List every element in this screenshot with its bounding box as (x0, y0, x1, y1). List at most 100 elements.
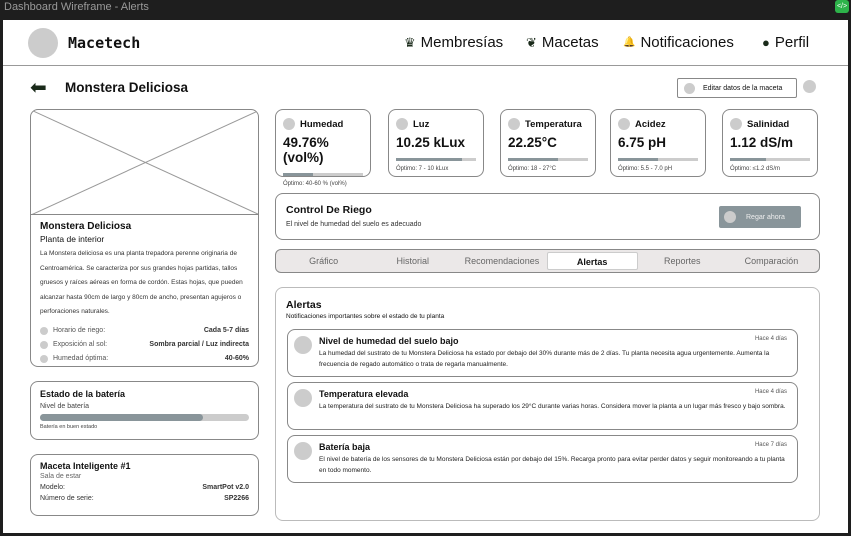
metric-card-luz: Luz 10.25 kLux Óptimo: 7 - 10 kLux (388, 109, 484, 177)
window-title: Dashboard Wireframe - Alerts (4, 1, 149, 13)
water-now-button[interactable]: Regar ahora (719, 206, 801, 228)
tab-grafico[interactable]: Gráfico (279, 252, 368, 270)
nav-label: Perfil (774, 34, 810, 51)
battery-bar (40, 414, 249, 421)
metric-bar (283, 173, 363, 176)
metric-bar (396, 158, 476, 161)
alert-text: La temperatura del sustrato de tu Monste… (319, 403, 786, 410)
battery-title: Estado de la batería (40, 389, 126, 399)
metric-optimal: Óptimo: 18 - 27°C (508, 166, 557, 172)
nav-macetas[interactable]: ❦ Macetas (526, 34, 599, 51)
plant-description: La Monstera deliciosa es una planta trep… (40, 250, 243, 315)
alert-text: La humedad del sustrato de tu Monstera D… (319, 350, 770, 368)
metric-bar-fill (396, 158, 463, 161)
metric-optimal: Óptimo: ≤1.2 dS/m (730, 166, 780, 172)
page-title: Monstera Deliciosa (65, 80, 189, 95)
brand-name[interactable]: Macetech (68, 34, 140, 52)
plant-name: Monstera Deliciosa (40, 221, 132, 232)
tab-historial[interactable]: Historial (368, 252, 457, 270)
metric-optimal: Óptimo: 40-60 % (vol%) (283, 181, 347, 187)
battery-fill (40, 414, 204, 421)
metric-bar-fill (508, 158, 558, 161)
care-row: Exposición al sol: Sombra parcial / Luz i… (40, 338, 249, 352)
pot-name: Maceta Inteligente #1 (40, 461, 131, 471)
alert-item[interactable]: Nivel de humedad del suelo bajo Hace 4 dí… (287, 329, 798, 377)
metric-label: Salinidad (747, 118, 790, 130)
pot-location: Sala de estar (40, 473, 82, 480)
plant-icon: ❦ (526, 34, 537, 50)
battery-label: Nivel de batería (40, 403, 90, 410)
alert-text: El nivel de batería de los sensores de t… (319, 456, 785, 474)
metric-icon (396, 118, 408, 130)
nav-notificaciones[interactable]: 🔔 Notificaciones (623, 34, 734, 51)
care-row: Horario de riego: Cada 5-7 días (40, 324, 249, 338)
user-icon: ● (762, 35, 770, 50)
alert-time: Hace 4 días (754, 336, 787, 342)
tab-comparacion[interactable]: Comparación (727, 252, 816, 270)
metric-icon (618, 118, 630, 130)
alert-item[interactable]: Temperatura elevada Hace 4 días La tempera… (287, 382, 798, 430)
header: Macetech ♛ Membresías ❦ Macetas 🔔 Notificac… (3, 20, 848, 66)
button-icon (724, 211, 736, 223)
button-icon (684, 82, 695, 94)
metric-value: 10.25 kLux (396, 135, 466, 150)
crown-icon: ♛ (404, 34, 416, 50)
metric-optimal: Óptimo: 7 - 10 kLux (396, 166, 449, 172)
tab-alertas[interactable]: Alertas (546, 252, 638, 270)
metric-icon (283, 118, 295, 130)
nav-membresias[interactable]: ♛ Membresías (404, 34, 503, 51)
metric-icon (508, 118, 520, 130)
code-icon[interactable]: </> (835, 0, 849, 13)
metric-bar-fill (618, 158, 658, 161)
alert-title: Batería baja (319, 442, 371, 452)
alert-title: Nivel de humedad del suelo bajo (319, 336, 459, 346)
care-label: Humedad óptima: (53, 355, 109, 362)
irrigation-card: Control De Riego El nivel de humedad del… (275, 193, 820, 240)
battery-status: Batería en buen estado (40, 424, 98, 430)
care-row: Humedad óptima: 40-60% (40, 352, 249, 366)
nav-perfil[interactable]: ● Perfil (762, 34, 809, 51)
metric-card-acidez: Acidez 6.75 pH Óptimo: 5.5 - 7.0 pH (610, 109, 706, 177)
battery-card: Estado de la batería Nivel de batería Ba… (30, 381, 259, 440)
care-label: Exposición al sol: (53, 341, 108, 348)
metric-bar (730, 158, 810, 161)
metric-value: 49.76% (vol%) (283, 135, 329, 165)
care-icon (40, 326, 48, 335)
alerts-title: Alertas (286, 299, 322, 311)
alert-time: Hace 4 días (754, 389, 787, 395)
button-label: Editar datos de la maceta (703, 84, 783, 92)
edit-pot-button[interactable]: Editar datos de la maceta (677, 78, 797, 98)
button-label: Regar ahora (746, 213, 785, 221)
alert-item[interactable]: Batería baja Hace 7 días El nivel de bater… (287, 435, 798, 483)
logo-placeholder (28, 28, 58, 58)
care-icon (40, 340, 48, 349)
tab-reportes[interactable]: Reportes (638, 252, 727, 270)
care-value: Cada 5-7 días (203, 327, 249, 334)
alert-time: Hace 7 días (754, 442, 787, 448)
metric-optimal: Óptimo: 5.5 - 7.0 pH (618, 166, 673, 172)
care-value: 40-60% (224, 355, 249, 362)
back-arrow-icon[interactable]: ⬅ (30, 75, 47, 100)
care-value: Sombra parcial / Luz indirecta (149, 341, 249, 348)
alert-icon (294, 336, 312, 354)
metric-label: Acidez (635, 118, 666, 130)
nav-label: Membresías (420, 34, 504, 51)
pot-label: Número de serie: (40, 495, 94, 502)
alert-icon (294, 442, 312, 460)
pot-value: SmartPot v2.0 (202, 484, 249, 491)
metric-bar (618, 158, 698, 161)
alert-icon (294, 389, 312, 407)
metric-icon (730, 118, 742, 130)
tab-recomendaciones[interactable]: Recomendaciones (457, 252, 546, 270)
metric-bar-fill (283, 173, 314, 176)
metric-card-salinidad: Salinidad 1.12 dS/m Óptimo: ≤1.2 dS/m (722, 109, 818, 177)
options-icon[interactable] (803, 80, 816, 93)
pot-card: Maceta Inteligente #1 Sala de estar Mode… (30, 454, 259, 516)
metric-bar (508, 158, 588, 161)
metric-label: Luz (413, 118, 430, 130)
nav-label: Macetas (541, 34, 599, 51)
alerts-panel: Alertas Notificaciones importantes sobre… (275, 287, 820, 521)
metric-label: Humedad (300, 118, 344, 130)
tab-bar: Gráfico Historial Recomendaciones Alerta… (275, 249, 820, 273)
metric-card-humedad: Humedad 49.76% (vol%) Óptimo: 40-60 % (v… (275, 109, 371, 187)
